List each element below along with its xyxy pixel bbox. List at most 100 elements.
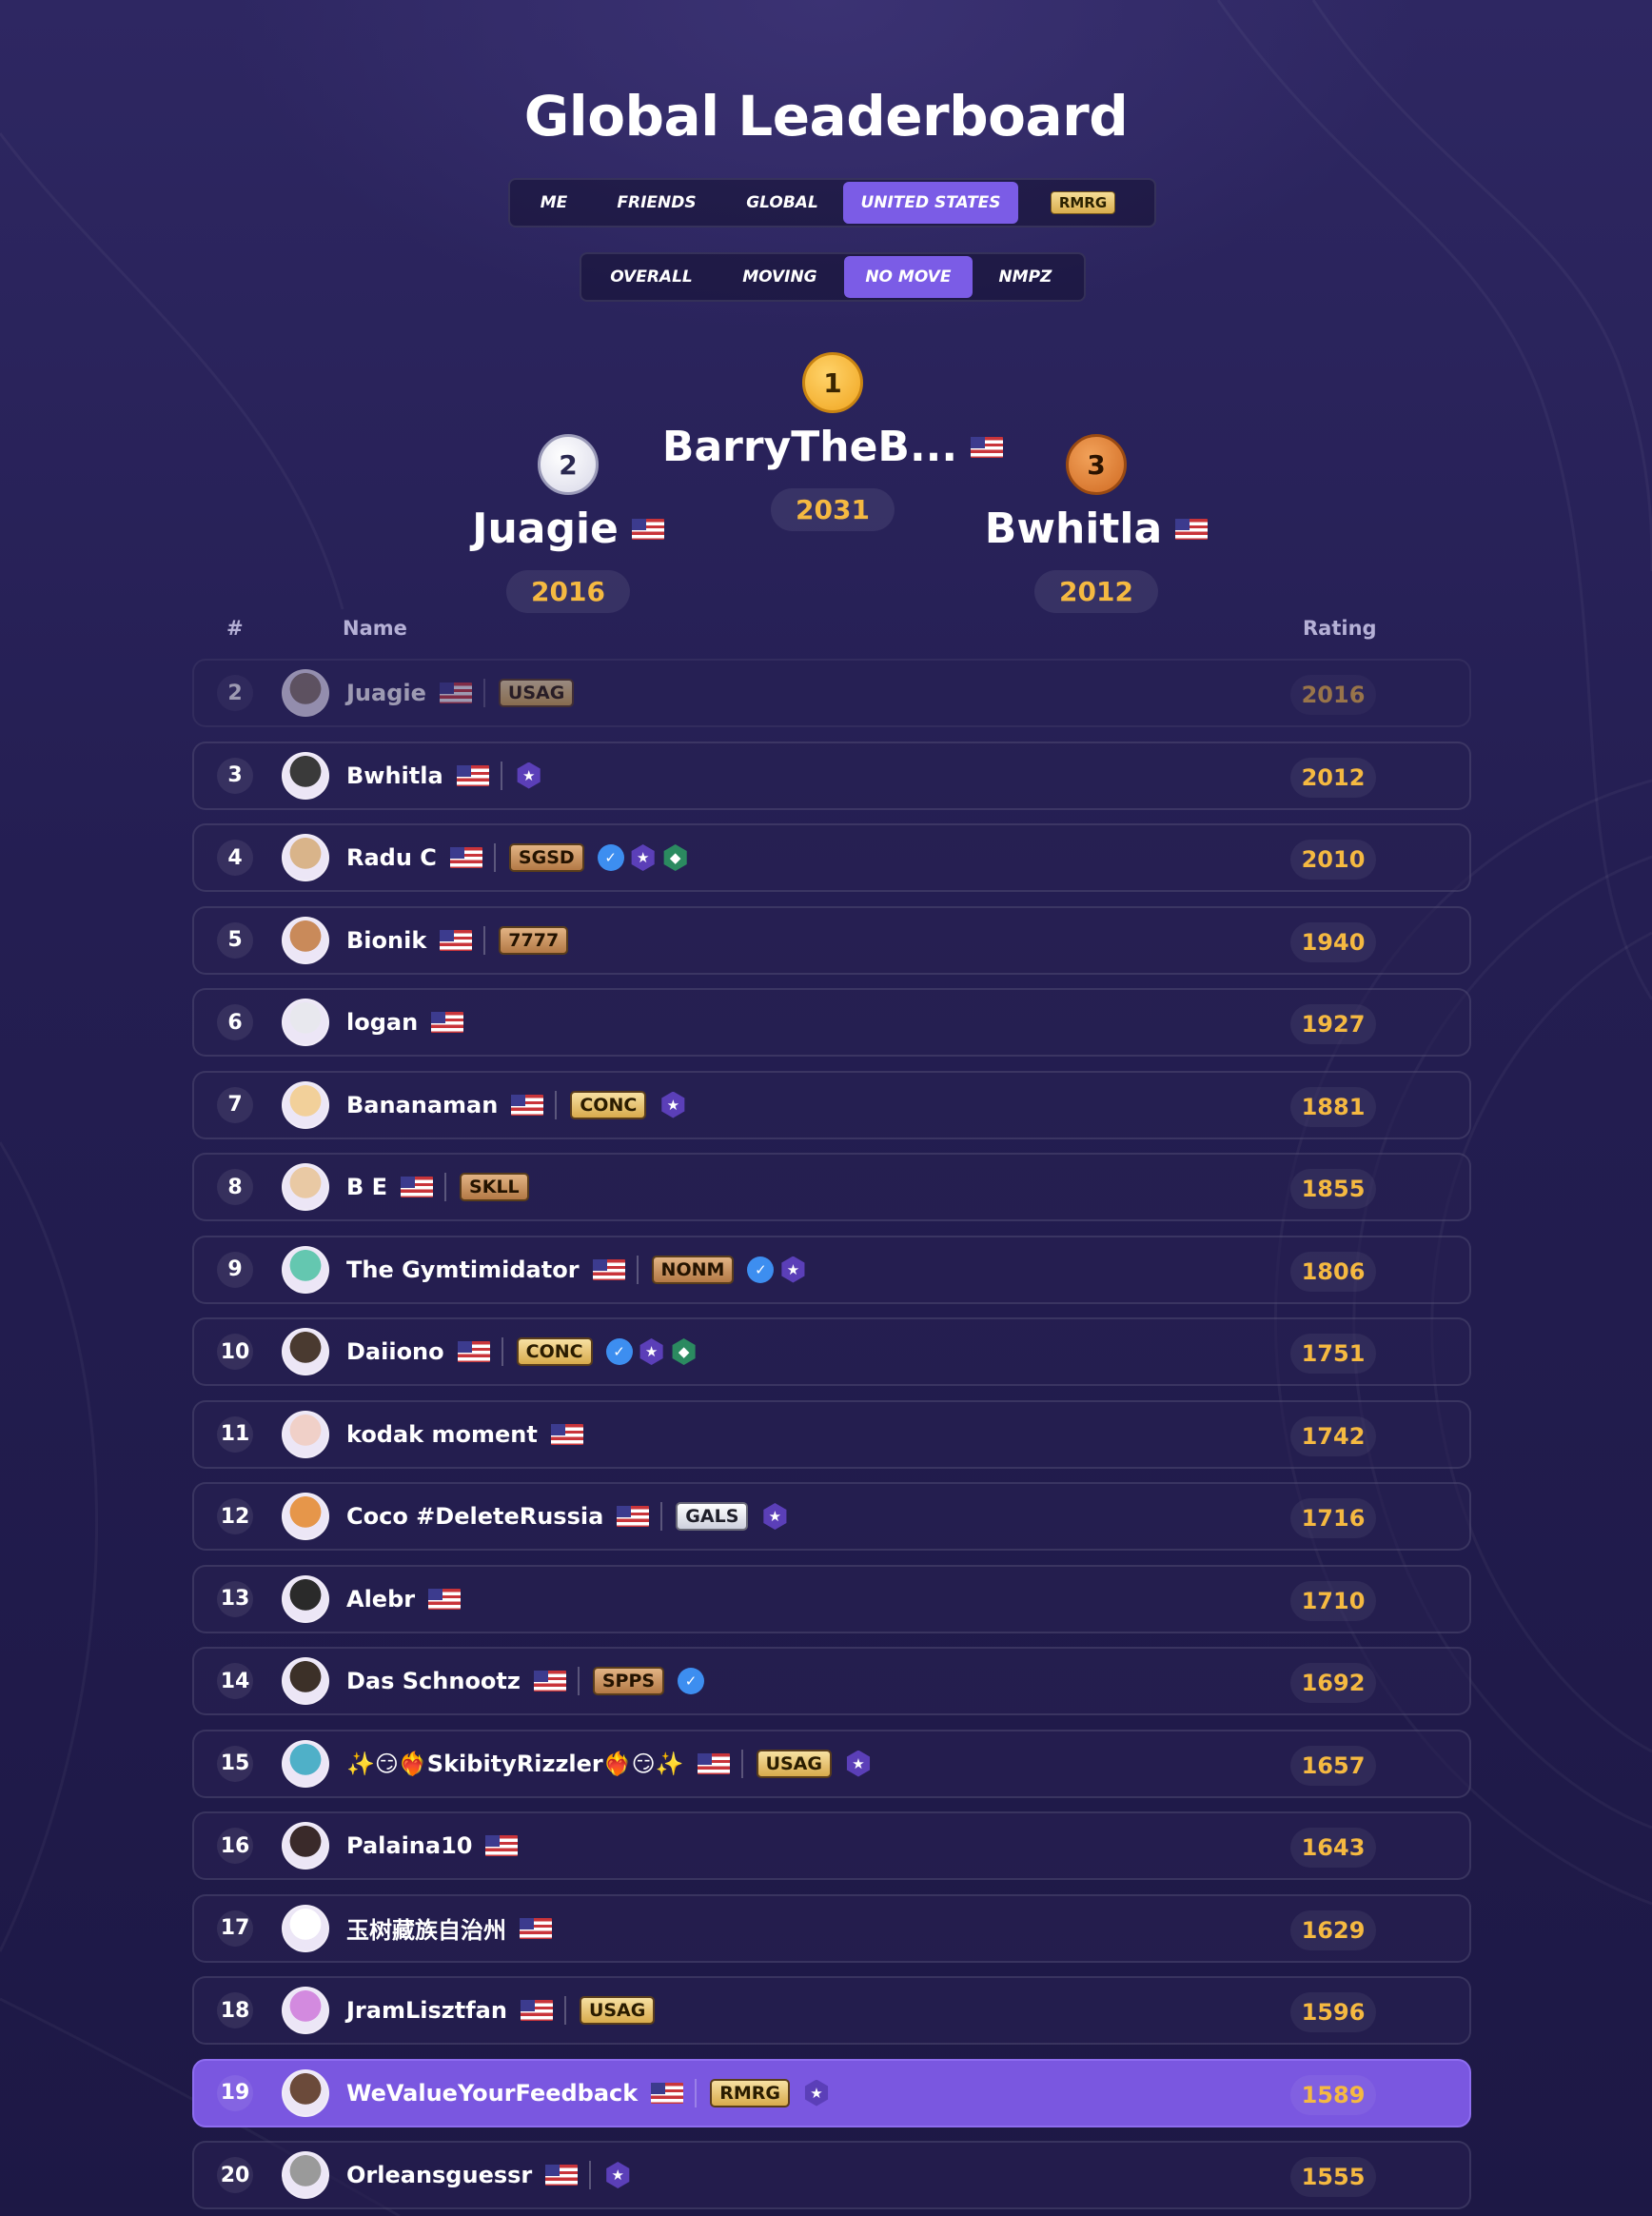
rating-value: 1716: [1290, 1498, 1376, 1538]
divider: [740, 1749, 743, 1778]
player-name[interactable]: Palaina10: [346, 1832, 472, 1859]
clan-tag-badge[interactable]: CONC: [570, 1090, 647, 1119]
avatar[interactable]: [282, 1739, 329, 1788]
podium-first[interactable]: 1 BarryTheB... 2031: [662, 352, 1004, 531]
player-name[interactable]: Das Schnootz: [346, 1668, 521, 1694]
avatar[interactable]: [282, 1904, 329, 1952]
leaderboard-row[interactable]: 14 Das Schnootz SPPS ✓ 1692: [192, 1647, 1471, 1715]
avatar[interactable]: [282, 1163, 329, 1211]
avatar[interactable]: [282, 751, 329, 800]
avatar[interactable]: [282, 999, 329, 1046]
badge-icons: ★: [659, 1091, 686, 1118]
leaderboard-row[interactable]: 13 Alebr 1710: [192, 1564, 1471, 1633]
divider: [563, 1996, 566, 2025]
leaderboard-row-current-user[interactable]: 19 WeValueYourFeedback RMRG ★ 1589: [192, 2058, 1471, 2127]
rating-value: 1589: [1290, 2074, 1376, 2115]
player-name[interactable]: Daiiono: [346, 1338, 444, 1365]
clan-tag-badge[interactable]: SPPS: [592, 1667, 665, 1695]
player-name[interactable]: Radu C: [346, 844, 437, 871]
player-name[interactable]: logan: [346, 1009, 418, 1036]
tab-friends[interactable]: FRIENDS: [592, 182, 721, 224]
podium-third[interactable]: 3 Bwhitla 2012: [954, 434, 1239, 613]
avatar[interactable]: [282, 2151, 329, 2199]
avatar[interactable]: [282, 1328, 329, 1375]
player-name[interactable]: Bwhitla: [346, 762, 443, 789]
player-name[interactable]: Alebr: [346, 1586, 415, 1613]
avatar[interactable]: [282, 2068, 329, 2117]
avatar[interactable]: [282, 1657, 329, 1705]
clan-tag-badge[interactable]: SKLL: [460, 1173, 529, 1201]
avatar[interactable]: [282, 1493, 329, 1540]
clan-tag-badge[interactable]: USAG: [498, 679, 575, 707]
podium-second[interactable]: 2 Juagie 2016: [425, 434, 711, 613]
leaderboard-row[interactable]: 2 Juagie USAG 2016: [192, 659, 1471, 727]
avatar[interactable]: [282, 1080, 329, 1129]
leaderboard-row[interactable]: 16 Palaina10 1643: [192, 1811, 1471, 1880]
tab-overall[interactable]: OVERALL: [587, 256, 716, 298]
tab-me[interactable]: ME: [516, 182, 592, 224]
leaderboard-row[interactable]: 11 kodak moment 1742: [192, 1399, 1471, 1469]
avatar[interactable]: [282, 1410, 329, 1458]
page-title: Global Leaderboard: [523, 84, 1129, 148]
player-name[interactable]: B E: [346, 1174, 387, 1200]
rating-value: 1855: [1290, 1169, 1376, 1209]
player-name[interactable]: kodak moment: [346, 1421, 538, 1448]
player-name[interactable]: Bionik: [346, 927, 426, 954]
avatar[interactable]: [282, 916, 329, 964]
leaderboard-row[interactable]: 9 The Gymtimidator NONM ✓ ★ 1806: [192, 1235, 1471, 1304]
player-name[interactable]: Juagie: [346, 680, 426, 706]
avatar[interactable]: [282, 1574, 329, 1623]
leaderboard-row[interactable]: 3 Bwhitla ★ 2012: [192, 741, 1471, 810]
player-name[interactable]: The Gymtimidator: [346, 1256, 580, 1283]
leaderboard-row[interactable]: 18 JramLisztfan USAG 1596: [192, 1976, 1471, 2045]
badge-icons: ★: [845, 1750, 872, 1777]
tab-nmpz[interactable]: NMPZ: [973, 256, 1078, 298]
clan-tag-badge[interactable]: RMRG: [710, 2078, 791, 2107]
rating-value: 1643: [1290, 1828, 1376, 1868]
star-badge-icon: ★: [763, 1503, 787, 1530]
player-name[interactable]: JramLisztfan: [346, 1997, 507, 2024]
podium-first-rating: 2031: [771, 488, 895, 531]
us-flag-icon: [428, 1588, 462, 1610]
leaderboard-row[interactable]: 4 Radu C SGSD ✓ ★ ◆ 2010: [192, 823, 1471, 892]
tab-no-move[interactable]: NO MOVE: [843, 256, 973, 298]
clan-tag-badge[interactable]: 7777: [499, 925, 569, 955]
avatar[interactable]: [282, 1245, 329, 1294]
player-name[interactable]: ✨😏❤️‍🔥SkibityRizzler❤️‍🔥😏✨: [346, 1751, 684, 1777]
avatar[interactable]: [282, 669, 329, 717]
player-name[interactable]: WeValueYourFeedback: [346, 2080, 638, 2107]
leaderboard-row[interactable]: 20 Orleansguessr ★ 1555: [192, 2141, 1471, 2209]
rank-number: 20: [217, 2157, 253, 2193]
player-name[interactable]: 玉树藏族自治州: [346, 1911, 506, 1945]
tab-moving[interactable]: MOVING: [716, 256, 844, 298]
leaderboard-row[interactable]: 17 玉树藏族自治州 1629: [192, 1893, 1471, 1963]
clan-tag-badge[interactable]: GALS: [676, 1502, 749, 1531]
clan-tag-badge[interactable]: USAG: [756, 1749, 832, 1778]
clan-tag-badge[interactable]: CONC: [516, 1337, 593, 1366]
leaderboard-row[interactable]: 5 Bionik 7777 1940: [192, 905, 1471, 975]
avatar[interactable]: [282, 834, 329, 881]
player-name[interactable]: Bananaman: [346, 1092, 498, 1118]
rating-value: 1629: [1290, 1909, 1376, 1950]
leaderboard-row[interactable]: 12 Coco #DeleteRussia GALS ★ 1716: [192, 1482, 1471, 1551]
leaderboard-row[interactable]: 6 logan 1927: [192, 988, 1471, 1057]
leaderboard-row[interactable]: 7 Bananaman CONC ★ 1881: [192, 1070, 1471, 1139]
clan-tag-badge[interactable]: SGSD: [508, 843, 584, 872]
leaderboard-row[interactable]: 8 B E SKLL 1855: [192, 1153, 1471, 1221]
clan-tag-badge[interactable]: USAG: [579, 1996, 656, 2025]
leaderboard-row[interactable]: 15 ✨😏❤️‍🔥SkibityRizzler❤️‍🔥😏✨ USAG ★ 1657: [192, 1729, 1471, 1798]
avatar[interactable]: [282, 1987, 329, 2034]
tab-rmrg[interactable]: RMRG: [1018, 182, 1148, 224]
tab-united-states[interactable]: UNITED STATES: [843, 182, 1018, 224]
divider: [555, 1090, 558, 1119]
tab-global[interactable]: GLOBAL: [721, 182, 843, 224]
player-name[interactable]: Coco #DeleteRussia: [346, 1503, 603, 1530]
player-name[interactable]: Orleansguessr: [346, 2162, 532, 2188]
scope-tabbar: ME FRIENDS GLOBAL UNITED STATES RMRG: [508, 178, 1156, 228]
leaderboard-row[interactable]: 10 Daiiono CONC ✓ ★ ◆ 1751: [192, 1317, 1471, 1386]
us-flag-icon: [631, 518, 664, 540]
avatar[interactable]: [282, 1822, 329, 1870]
clan-tag-badge[interactable]: NONM: [651, 1255, 735, 1284]
divider: [695, 2078, 698, 2107]
rank-number: 7: [217, 1086, 253, 1123]
